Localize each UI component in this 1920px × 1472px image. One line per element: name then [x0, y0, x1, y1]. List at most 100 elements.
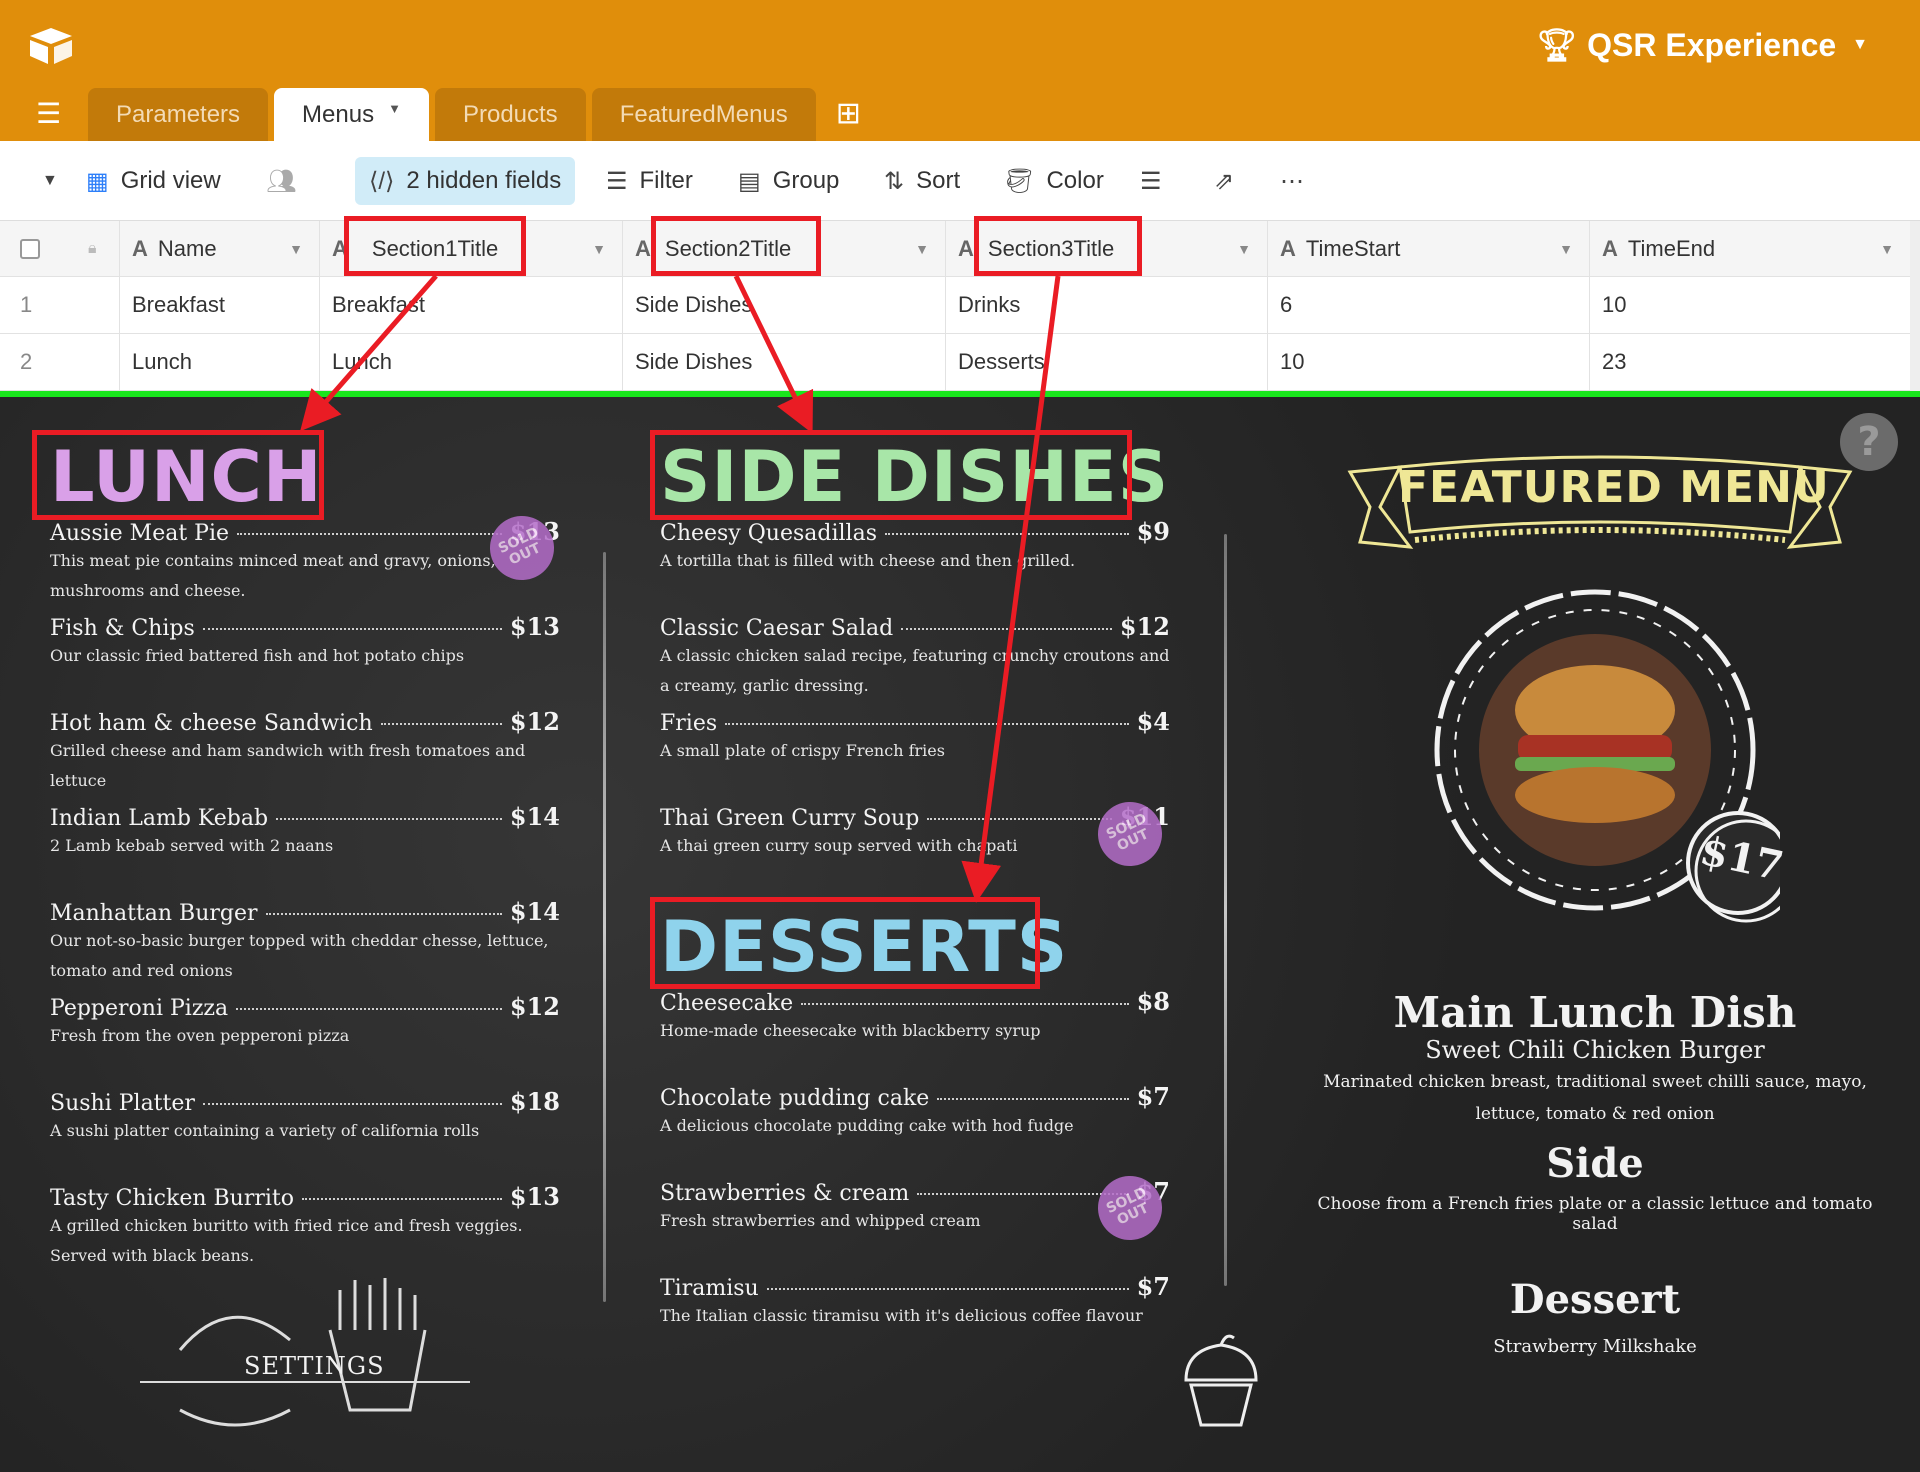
- main-dish-name: Sweet Chili Chicken Burger: [1425, 1036, 1765, 1064]
- grid-icon: ▦: [86, 167, 109, 195]
- add-table-icon[interactable]: ⊞: [836, 99, 866, 130]
- hamburger-menu-icon[interactable]: ☰: [36, 100, 66, 128]
- chevron-down-icon[interactable]: ▼: [1237, 241, 1251, 257]
- cell-section3title[interactable]: Drinks: [946, 277, 1268, 333]
- menu-item: Tiramisu $7 The Italian classic tiramisu w…: [660, 1272, 1170, 1331]
- grid-header-row: 🔒︎ A Name ▼ A Section1Title ▼ A Section2Title…: [0, 221, 1910, 277]
- cell-section2title[interactable]: Side Dishes: [623, 277, 946, 333]
- column-title: TimeStart: [1305, 235, 1401, 261]
- table-row[interactable]: 1 Breakfast Breakfast Side Dishes Drinks…: [0, 277, 1910, 334]
- share-view-icon[interactable]: ⇗: [1214, 141, 1234, 221]
- chevron-down-icon[interactable]: ▼: [915, 241, 929, 257]
- chevron-down-icon[interactable]: ▼: [388, 101, 401, 116]
- text-field-icon: A: [635, 235, 651, 261]
- annotation-box: [650, 897, 1040, 989]
- cell-timestart[interactable]: 6: [1268, 277, 1590, 333]
- settings-link[interactable]: SETTINGS: [244, 1352, 385, 1380]
- filter-button[interactable]: ☰ Filter: [606, 141, 693, 221]
- menu-item: Aussie Meat Pie$13This meat pie contains…: [50, 517, 560, 606]
- tab-products[interactable]: Products: [434, 88, 586, 141]
- hidden-fields-button[interactable]: ⟨/⟩ 2 hidden fields: [355, 157, 576, 205]
- column-header-timestart[interactable]: A TimeStart ▼: [1268, 221, 1590, 276]
- item-description: A classic chicken salad recipe, featurin…: [660, 646, 1170, 695]
- item-name: Fish & Chips: [50, 616, 195, 641]
- item-description: A small plate of crispy French fries: [660, 741, 945, 760]
- item-name: Sushi Platter: [50, 1091, 195, 1116]
- item-price: $18: [509, 1087, 560, 1116]
- menu-item: Fish & Chips $13 Our classic fried battere…: [50, 612, 560, 671]
- item-price: $12: [509, 707, 560, 736]
- cell-name[interactable]: Lunch: [120, 334, 320, 390]
- column-header-name[interactable]: A Name ▼: [120, 221, 320, 276]
- item-name: Indian Lamb Kebab: [50, 806, 269, 831]
- row-number: 1: [0, 277, 120, 333]
- cell-section1title[interactable]: Breakfast: [320, 277, 623, 333]
- annotation-box: [32, 430, 324, 520]
- view-switcher-chevron-icon[interactable]: ▼: [42, 141, 58, 221]
- grid-scrollbar[interactable]: [1910, 221, 1920, 392]
- cell-section3title[interactable]: Desserts: [946, 334, 1268, 390]
- column-title: TimeEnd: [1627, 235, 1716, 261]
- text-field-icon: A: [958, 235, 974, 261]
- view-toolbar: ▼ ▦ Grid view 👥︎ ⟨/⟩ 2 hidden fields ☰ F…: [0, 141, 1920, 221]
- dessert-name: Strawberry Milkshake: [1493, 1336, 1697, 1357]
- chevron-down-icon[interactable]: ▼: [1880, 241, 1894, 257]
- cell-timestart[interactable]: 10: [1268, 334, 1590, 390]
- view-name: Grid view: [120, 167, 221, 194]
- item-price: $12: [1119, 612, 1170, 641]
- workspace-menu[interactable]: 🏆︎ QSR Experience ▼: [1537, 26, 1868, 64]
- item-price: $13: [509, 1182, 560, 1211]
- help-icon[interactable]: ?: [1840, 413, 1898, 471]
- workspace-name: QSR Experience: [1587, 26, 1837, 63]
- color-button[interactable]: 🪣︎ Color: [1004, 141, 1104, 221]
- cell-section1title[interactable]: Lunch: [320, 334, 623, 390]
- menu-item: Sushi Platter $18 A sushi platter containi…: [50, 1087, 560, 1146]
- more-options-icon[interactable]: ⋯: [1280, 141, 1304, 221]
- item-name: Tiramisu: [660, 1276, 759, 1301]
- annotation-box: [651, 216, 821, 276]
- item-description: A grilled chicken buritto with fried ric…: [50, 1216, 523, 1265]
- item-description: Fresh from the oven pepperoni pizza: [50, 1026, 350, 1045]
- item-description: Our classic fried battered fish and hot …: [50, 646, 465, 665]
- table-row[interactable]: 2 Lunch Lunch Side Dishes Desserts 10 23: [0, 334, 1910, 391]
- item-name: Cheesecake: [660, 991, 794, 1016]
- cell-section2title[interactable]: Side Dishes: [623, 334, 946, 390]
- grid-view-button[interactable]: ▦ Grid view: [86, 141, 221, 221]
- column-header-timeend[interactable]: A TimeEnd ▼: [1590, 221, 1910, 276]
- filter-label: Filter: [639, 167, 693, 194]
- chevron-down-icon[interactable]: ▼: [289, 241, 303, 257]
- cupcake-doodle-icon: [1184, 1334, 1258, 1427]
- table-tabs: Parameters Menus ▼ Products FeaturedMenus…: [88, 88, 866, 141]
- cell-timeend[interactable]: 10: [1590, 277, 1910, 333]
- item-price: $7: [1136, 1082, 1170, 1111]
- collaborators-icon[interactable]: 👥︎: [266, 141, 296, 221]
- select-all-checkbox[interactable]: [20, 238, 40, 259]
- chevron-down-icon[interactable]: ▼: [592, 241, 606, 257]
- group-button[interactable]: ▤ Group: [738, 141, 839, 221]
- menu-item: Fries $4 A small plate of crispy French fr…: [660, 707, 1170, 766]
- item-name: Pepperoni Pizza: [50, 996, 229, 1021]
- featured-menu-title: FEATURED MENU: [1398, 462, 1830, 513]
- tab-menus[interactable]: Menus ▼: [274, 88, 429, 141]
- paint-bucket-icon: 🪣︎: [1004, 167, 1035, 195]
- tab-featuredmenus[interactable]: FeaturedMenus: [591, 88, 816, 141]
- chalk-divider: [1224, 534, 1227, 1286]
- item-description: A tortilla that is filled with cheese an…: [660, 551, 1076, 570]
- sort-button[interactable]: ⇅ Sort: [884, 141, 960, 221]
- menu-item: Chocolate pudding cake $7 A delicious choc…: [660, 1082, 1170, 1141]
- menu-item: Cheesecake $8 Home-made cheesecake with bl…: [660, 987, 1170, 1046]
- item-description: The Italian classic tiramisu with it's d…: [660, 1306, 1143, 1325]
- cell-name[interactable]: Breakfast: [120, 277, 320, 333]
- cell-timeend[interactable]: 23: [1590, 334, 1910, 390]
- filter-icon: ☰: [606, 167, 628, 195]
- item-price: $4: [1136, 707, 1170, 736]
- side-description: Choose from a French fries plate or a cl…: [1317, 1194, 1873, 1234]
- tab-label: Parameters: [116, 100, 241, 128]
- app-logo-icon[interactable]: [28, 26, 74, 66]
- item-description: A delicious chocolate pudding cake with …: [660, 1116, 1074, 1135]
- column-title: Name: [157, 235, 217, 261]
- tab-parameters[interactable]: Parameters: [88, 88, 269, 141]
- chevron-down-icon[interactable]: ▼: [1559, 241, 1573, 257]
- item-name: Thai Green Curry Soup: [660, 806, 920, 831]
- row-height-icon[interactable]: ☰: [1140, 141, 1162, 221]
